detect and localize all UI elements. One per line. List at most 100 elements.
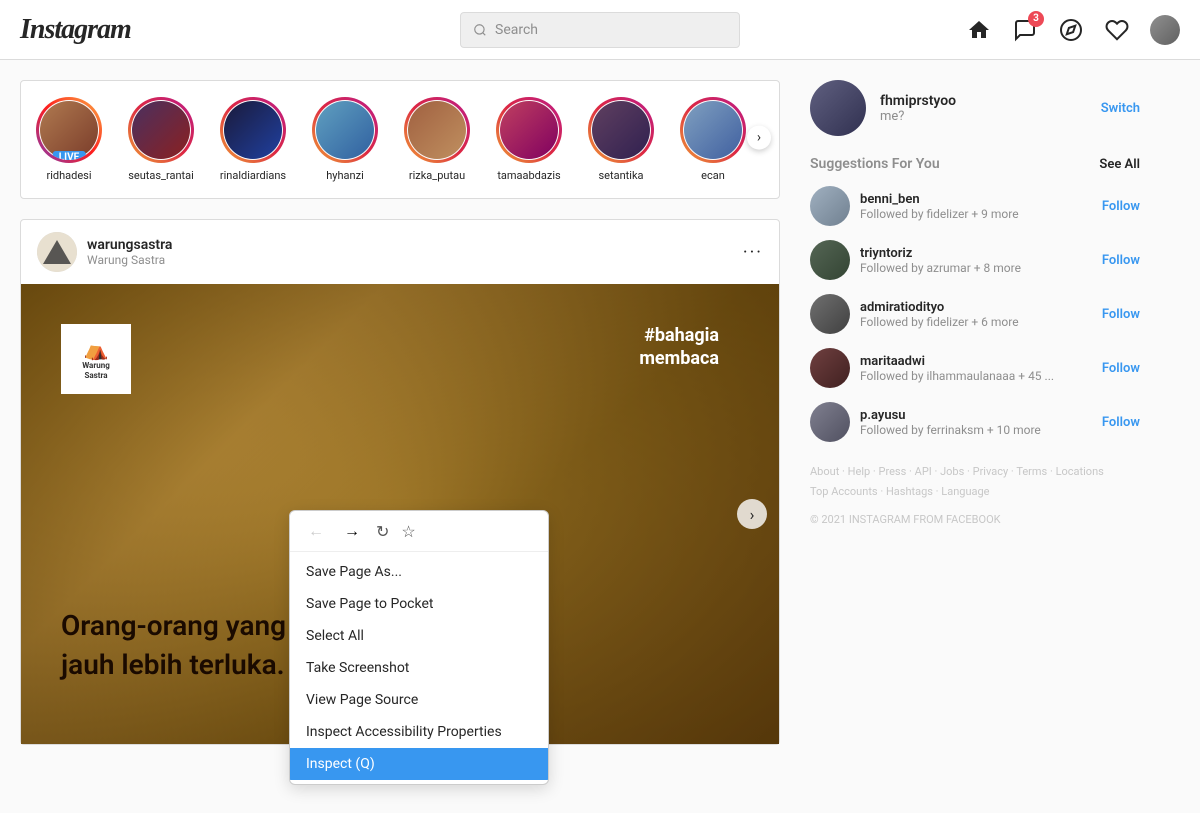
story-avatar-setantika xyxy=(588,97,654,163)
profile-username: fhmiprstyoo xyxy=(880,93,1087,109)
story-item-rinaldi[interactable]: rinaldiardians xyxy=(213,97,293,182)
profile-avatar[interactable] xyxy=(810,80,866,136)
footer-link-jobs[interactable]: Jobs xyxy=(940,465,964,478)
story-item-ridhadesi[interactable]: LIVE ridhadesi xyxy=(29,97,109,182)
footer-link-terms[interactable]: Terms xyxy=(1016,465,1047,478)
suggestion-avatar-payusu[interactable] xyxy=(810,402,850,442)
context-menu-accessibility[interactable]: Inspect Accessibility Properties xyxy=(290,716,548,748)
story-username-hyhanzi: hyhanzi xyxy=(326,169,364,182)
footer-link-locations[interactable]: Locations xyxy=(1056,465,1104,478)
footer-copyright: © 2021 INSTAGRAM FROM FACEBOOK xyxy=(810,510,1140,530)
story-username-seutas: seutas_rantai xyxy=(128,169,194,182)
story-item-setantika[interactable]: setantika xyxy=(581,97,661,182)
follow-button-marita[interactable]: Follow xyxy=(1102,361,1140,376)
context-menu-view-source[interactable]: View Page Source xyxy=(290,684,548,716)
footer-link-about[interactable]: About xyxy=(810,465,839,478)
suggestions-title: Suggestions For You xyxy=(810,156,940,172)
suggestion-item-benni: benni_ben Followed by fidelizer + 9 more… xyxy=(810,186,1140,226)
post-subtext: Warung Sastra xyxy=(87,253,733,267)
suggestion-item-admir: admiratiodityo Followed by fidelizer + 6… xyxy=(810,294,1140,334)
footer-link-press[interactable]: Press xyxy=(879,465,907,478)
story-username-tamaab: tamaabdazis xyxy=(497,169,560,182)
suggestion-sub-triy: Followed by azrumar + 8 more xyxy=(860,261,1092,275)
story-item-ecan[interactable]: ecan xyxy=(673,97,753,182)
suggestion-info-marita: maritaadwi Followed by ilhammaulanaaa + … xyxy=(860,354,1092,383)
story-username-rinaldi: rinaldiardians xyxy=(220,169,286,182)
story-item-hyhanzi[interactable]: hyhanzi xyxy=(305,97,385,182)
post-header: warungsastra Warung Sastra ··· xyxy=(21,220,779,284)
suggestion-avatar-benni[interactable] xyxy=(810,186,850,226)
suggestion-item-marita: maritaadwi Followed by ilhammaulanaaa + … xyxy=(810,348,1140,388)
heart-icon[interactable] xyxy=(1104,17,1130,43)
context-menu-screenshot[interactable]: Take Screenshot xyxy=(290,652,548,684)
switch-button[interactable]: Switch xyxy=(1101,101,1140,116)
suggestion-username-benni: benni_ben xyxy=(860,192,1092,207)
profile-avatar-nav[interactable] xyxy=(1150,15,1180,45)
story-avatar-rinaldi xyxy=(220,97,286,163)
context-star-button[interactable]: ☆ xyxy=(401,522,415,541)
suggestion-username-payusu: p.ayusu xyxy=(860,408,1092,423)
see-all-button[interactable]: See All xyxy=(1099,157,1140,172)
post-more-button[interactable]: ··· xyxy=(743,242,763,263)
context-refresh-button[interactable]: ↻ xyxy=(376,522,389,541)
search-placeholder: Search xyxy=(495,22,538,38)
post-logo-icon: ⛺ xyxy=(84,337,109,361)
footer-links: About · Help · Press · API · Jobs · Priv… xyxy=(810,462,1140,529)
suggestion-avatar-marita[interactable] xyxy=(810,348,850,388)
footer-link-hashtags[interactable]: Hashtags xyxy=(886,485,933,498)
profile-info: fhmiprstyoo me? xyxy=(880,93,1087,124)
stories-list: LIVE ridhadesi seutas_rantai rina xyxy=(29,97,753,182)
story-avatar-ecan xyxy=(680,97,746,163)
follow-button-payusu[interactable]: Follow xyxy=(1102,415,1140,430)
context-menu-save-pocket[interactable]: Save Page to Pocket xyxy=(290,588,548,620)
suggestion-sub-admir: Followed by fidelizer + 6 more xyxy=(860,315,1092,329)
post-next-button[interactable]: › xyxy=(737,499,767,529)
search-bar[interactable]: Search xyxy=(460,12,740,48)
post-hashtag: #bahagiamembaca xyxy=(639,324,719,371)
suggestion-avatar-triy[interactable] xyxy=(810,240,850,280)
story-username-rizka: rizka_putau xyxy=(409,169,465,182)
messenger-badge: 3 xyxy=(1028,11,1044,27)
context-menu-select-all[interactable]: Select All xyxy=(290,620,548,652)
suggestion-sub-payusu: Followed by ferrinaksm + 10 more xyxy=(860,423,1092,437)
suggestion-avatar-admir[interactable] xyxy=(810,294,850,334)
follow-button-admir[interactable]: Follow xyxy=(1102,307,1140,322)
context-menu-save-page[interactable]: Save Page As... xyxy=(290,556,548,588)
footer-link-language[interactable]: Language xyxy=(941,485,989,498)
suggestion-sub-benni: Followed by fidelizer + 9 more xyxy=(860,207,1092,221)
context-menu-inspect[interactable]: Inspect (Q) xyxy=(290,748,548,780)
footer-link-help[interactable]: Help xyxy=(848,465,871,478)
suggestion-info-payusu: p.ayusu Followed by ferrinaksm + 10 more xyxy=(860,408,1092,437)
home-icon[interactable] xyxy=(966,17,992,43)
suggestions-header: Suggestions For You See All xyxy=(810,156,1140,172)
suggestion-info-triy: triyntoriz Followed by azrumar + 8 more xyxy=(860,246,1092,275)
footer-link-api[interactable]: API xyxy=(915,465,932,478)
context-back-button[interactable]: ← xyxy=(304,519,328,543)
story-avatar-hyhanzi xyxy=(312,97,378,163)
suggestion-sub-marita: Followed by ilhammaulanaaa + 45 ... xyxy=(860,369,1092,383)
story-avatar-tamaab xyxy=(496,97,562,163)
follow-button-triy[interactable]: Follow xyxy=(1102,253,1140,268)
live-badge: LIVE xyxy=(53,151,86,163)
post-user-info: warungsastra Warung Sastra xyxy=(87,237,733,267)
story-item-rizka[interactable]: rizka_putau xyxy=(397,97,477,182)
stories-next-button[interactable]: › xyxy=(747,125,771,149)
story-username-ecan: ecan xyxy=(701,169,725,182)
story-item-seutas[interactable]: seutas_rantai xyxy=(121,97,201,182)
story-username-ridhadesi: ridhadesi xyxy=(46,169,91,182)
footer-link-top-accounts[interactable]: Top Accounts xyxy=(810,485,878,498)
main-layout: LIVE ridhadesi seutas_rantai rina xyxy=(0,60,1200,813)
messenger-icon[interactable]: 3 xyxy=(1012,17,1038,43)
suggestion-info-admir: admiratiodityo Followed by fidelizer + 6… xyxy=(860,300,1092,329)
context-forward-button[interactable]: → xyxy=(340,519,364,543)
profile-row: fhmiprstyoo me? Switch xyxy=(810,80,1140,136)
explore-icon[interactable] xyxy=(1058,17,1084,43)
suggestion-username-admir: admiratiodityo xyxy=(860,300,1092,315)
follow-button-benni[interactable]: Follow xyxy=(1102,199,1140,214)
footer-link-privacy[interactable]: Privacy xyxy=(973,465,1009,478)
post-container: warungsastra Warung Sastra ··· ← → ↻ ☆ S… xyxy=(20,219,780,745)
suggestion-item-payusu: p.ayusu Followed by ferrinaksm + 10 more… xyxy=(810,402,1140,442)
suggestion-item-triy: triyntoriz Followed by azrumar + 8 more … xyxy=(810,240,1140,280)
story-item-tamaab[interactable]: tamaabdazis xyxy=(489,97,569,182)
post-avatar xyxy=(37,232,77,272)
